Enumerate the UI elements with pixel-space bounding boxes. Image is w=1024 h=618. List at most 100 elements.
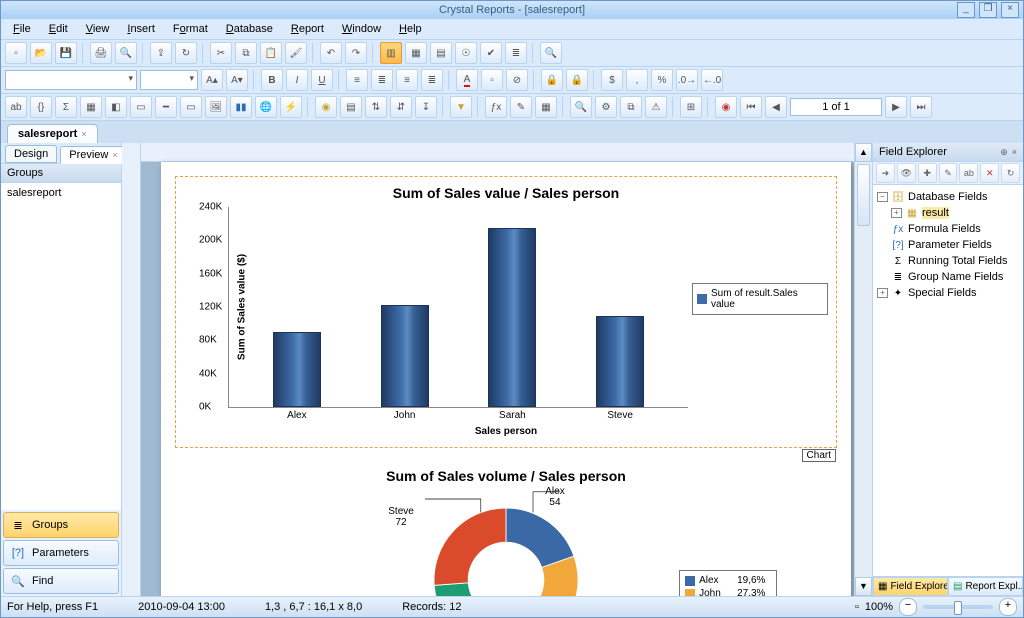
record-sort-icon[interactable]: ↧: [415, 96, 437, 118]
bar-chart[interactable]: Sum of Sales value / Sales person Sum of…: [175, 176, 837, 448]
new-icon[interactable]: ▫: [5, 42, 27, 64]
scroll-up-icon[interactable]: ▲: [855, 143, 872, 162]
insert-group-icon[interactable]: {}: [30, 96, 52, 118]
vertical-scrollbar[interactable]: ▲ ▼: [854, 143, 872, 596]
zoom-in-icon[interactable]: +: [999, 598, 1017, 616]
font-combo[interactable]: [5, 70, 137, 90]
font-size-combo[interactable]: [140, 70, 198, 90]
scroll-down-icon[interactable]: ▼: [855, 577, 872, 596]
parameters-button[interactable]: [?]Parameters: [3, 540, 119, 566]
align-left-icon[interactable]: ≡: [346, 69, 368, 91]
template-icon[interactable]: ▦: [535, 96, 557, 118]
open-icon[interactable]: 📂: [30, 42, 52, 64]
delete-field-icon[interactable]: ✕: [980, 163, 999, 183]
suppress-icon[interactable]: ⊘: [506, 69, 528, 91]
toggle-group-tree-icon[interactable]: ▥: [380, 42, 402, 64]
options-icon[interactable]: ⚙: [595, 96, 617, 118]
tab-preview[interactable]: Preview×: [60, 146, 126, 164]
nav-next-icon[interactable]: ▶: [885, 96, 907, 118]
currency-icon[interactable]: $: [601, 69, 623, 91]
preview-icon[interactable]: 🔍: [115, 42, 137, 64]
restore-button[interactable]: ❐: [979, 2, 997, 18]
rename-icon[interactable]: ab: [959, 163, 978, 183]
node-special-fields[interactable]: +✦Special Fields: [875, 285, 1021, 301]
tab-design[interactable]: Design: [5, 145, 57, 163]
select-expert-icon[interactable]: ◉: [315, 96, 337, 118]
report-options-icon[interactable]: ⧉: [620, 96, 642, 118]
toggle-grid-icon[interactable]: ⊞: [680, 96, 702, 118]
menu-file[interactable]: File: [5, 21, 39, 37]
workbench-icon[interactable]: ≣: [505, 42, 527, 64]
canvas-scroll[interactable]: Sum of Sales value / Sales person Sum of…: [141, 143, 854, 596]
nav-prev-icon[interactable]: ◀: [765, 96, 787, 118]
page-indicator[interactable]: 1 of 1: [790, 98, 882, 116]
insert-chart-icon[interactable]: ▮▮: [230, 96, 252, 118]
section-expert-icon[interactable]: ▤: [340, 96, 362, 118]
format-painter-icon[interactable]: 🖌: [285, 42, 307, 64]
insert-subreport-icon[interactable]: ▭: [130, 96, 152, 118]
save-icon[interactable]: 💾: [55, 42, 77, 64]
browse-icon[interactable]: 👁: [897, 163, 916, 183]
refresh-fields-icon[interactable]: ↻: [1001, 163, 1020, 183]
toggle-field-explorer-icon[interactable]: ▦: [405, 42, 427, 64]
alerts-icon[interactable]: ⚠: [645, 96, 667, 118]
close-tab-icon[interactable]: ×: [81, 129, 86, 139]
insert-line-icon[interactable]: ━: [155, 96, 177, 118]
new-field-icon[interactable]: ✚: [918, 163, 937, 183]
italic-icon[interactable]: I: [286, 69, 308, 91]
groups-button[interactable]: ≣Groups: [3, 512, 119, 538]
menu-help[interactable]: Help: [391, 21, 430, 37]
formula-workshop-icon[interactable]: ƒx: [485, 96, 507, 118]
node-database-fields[interactable]: −🗄Database Fields: [875, 189, 1021, 205]
nav-last-icon[interactable]: ⏭: [910, 96, 932, 118]
node-parameter-fields[interactable]: [?]Parameter Fields: [875, 237, 1021, 253]
nav-first-icon[interactable]: ⏮: [740, 96, 762, 118]
menu-window[interactable]: Window: [334, 21, 389, 37]
menu-view[interactable]: View: [78, 21, 118, 37]
close-preview-icon[interactable]: ×: [112, 150, 117, 160]
insert-picture-icon[interactable]: 🖼: [205, 96, 227, 118]
tab-field-explorer[interactable]: ▦Field Explorer: [873, 577, 948, 596]
align-center-icon[interactable]: ≣: [371, 69, 393, 91]
insert-olap-icon[interactable]: ◧: [105, 96, 127, 118]
cut-icon[interactable]: ✂: [210, 42, 232, 64]
group-tree[interactable]: salesreport: [1, 183, 121, 510]
decrease-decimals-icon[interactable]: ←.0: [701, 69, 723, 91]
field-tree[interactable]: −🗄Database Fields +▦result ƒxFormula Fie…: [873, 185, 1023, 576]
group-tree-root[interactable]: salesreport: [7, 187, 115, 199]
layout-toggle-icon[interactable]: ▫: [855, 601, 859, 613]
insert-field-icon[interactable]: ➜: [876, 163, 895, 183]
filter-icon[interactable]: ▼: [450, 96, 472, 118]
align-right-icon[interactable]: ≡: [396, 69, 418, 91]
report-explorer-icon[interactable]: ▤: [430, 42, 452, 64]
decrease-font-icon[interactable]: A▾: [226, 69, 248, 91]
find-button[interactable]: 🔍Find: [3, 568, 119, 594]
edit-field-icon[interactable]: ✎: [939, 163, 958, 183]
zoom-icon[interactable]: 🔍: [570, 96, 592, 118]
doc-tab-salesreport[interactable]: salesreport×: [7, 124, 98, 143]
font-color-icon[interactable]: A: [456, 69, 478, 91]
menu-insert[interactable]: Insert: [119, 21, 163, 37]
underline-icon[interactable]: U: [311, 69, 333, 91]
print-icon[interactable]: 🖨: [90, 42, 112, 64]
redo-icon[interactable]: ↷: [345, 42, 367, 64]
refresh-icon[interactable]: ↻: [175, 42, 197, 64]
menu-report[interactable]: Report: [283, 21, 332, 37]
sort-icon[interactable]: ⇅: [365, 96, 387, 118]
thousands-icon[interactable]: ,: [626, 69, 648, 91]
highlighting-icon[interactable]: ✎: [510, 96, 532, 118]
paste-icon[interactable]: 📋: [260, 42, 282, 64]
zoom-out-icon[interactable]: −: [899, 598, 917, 616]
node-formula-fields[interactable]: ƒxFormula Fields: [875, 221, 1021, 237]
increase-font-icon[interactable]: A▴: [201, 69, 223, 91]
insert-summary-icon[interactable]: Σ: [55, 96, 77, 118]
pin-icon[interactable]: ⊕: [1000, 147, 1008, 158]
node-result[interactable]: +▦result: [875, 205, 1021, 221]
insert-flash-icon[interactable]: ⚡: [280, 96, 302, 118]
repository-icon[interactable]: ☉: [455, 42, 477, 64]
scroll-thumb[interactable]: [857, 164, 870, 226]
group-sort-icon[interactable]: ⇵: [390, 96, 412, 118]
outside-border-icon[interactable]: ▫: [481, 69, 503, 91]
close-button[interactable]: ×: [1001, 2, 1019, 18]
copy-icon[interactable]: ⧉: [235, 42, 257, 64]
